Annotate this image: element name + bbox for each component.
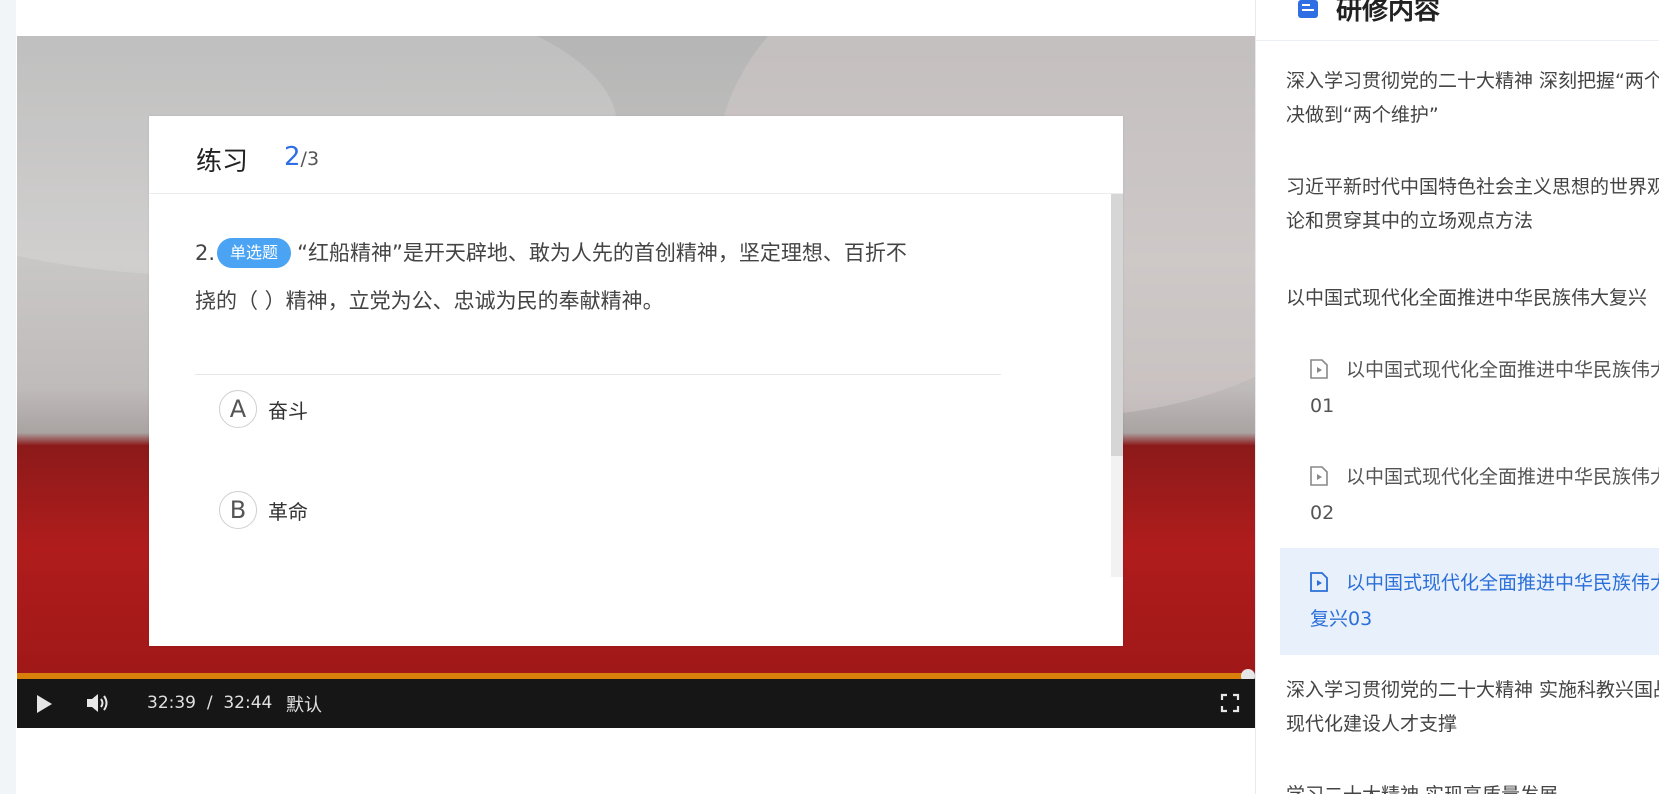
time-current: 32:39 (147, 693, 196, 713)
option-a[interactable]: A 奋斗 (219, 388, 308, 430)
video-player[interactable]: 练习 2/3 2. 单选题 “红船精神”是开天辟地、敢为人先的首创精神，坚定理想、百… (17, 36, 1255, 728)
course-content-panel: 研修内容 深入学习贯彻党的二十大精神 深刻把握“两个确立”的决定性意义 坚 决做… (1256, 0, 1659, 794)
quiz-title: 练习 (196, 147, 249, 177)
time-separator: / (206, 693, 213, 713)
question-line-2: 挠的（ ）精神，立党为公、忠诚为民的奉献精神。 (195, 289, 664, 313)
option-letter[interactable]: B (219, 491, 257, 529)
content-item[interactable]: 深入学习贯彻党的二十大精神 实施科教兴国战略 为全面建设社会主义 现代化建设人才… (1286, 673, 1659, 741)
question-divider (195, 374, 1001, 375)
content-item[interactable]: 以中国式现代化全面推进中华民族伟大复兴 (1286, 281, 1659, 315)
video-file-icon (1310, 572, 1328, 592)
time-total: 32:44 (223, 693, 273, 713)
left-margin (0, 0, 16, 794)
option-text[interactable]: 革命 (268, 496, 308, 525)
quiz-scrollbar[interactable] (1111, 194, 1123, 577)
scrollbar-thumb[interactable] (1111, 194, 1123, 456)
content-item[interactable]: 学习二十大精神 实现高质量发展 (1286, 778, 1659, 794)
panel-title: 研修内容 (1336, 0, 1441, 26)
content-item[interactable]: 习近平新时代中国特色社会主义思想的世界观和方法论和贯穿其中的立场观点方法 论和贯… (1286, 170, 1659, 238)
volume-icon[interactable] (85, 691, 111, 715)
lesson-item-active[interactable]: 以中国式现代化全面推进中华民族伟大 复兴03 (1280, 548, 1659, 655)
quiz-current: 2 (284, 142, 301, 172)
question-type-badge: 单选题 (217, 238, 292, 268)
quiz-counter: 2/3 (284, 142, 319, 172)
option-text[interactable]: 奋斗 (268, 395, 308, 424)
option-b[interactable]: B 革命 (219, 489, 308, 531)
quiz-total: /3 (300, 148, 320, 170)
lesson-item[interactable]: 以中国式现代化全面推进中华民族伟大复兴 02 (1280, 459, 1659, 531)
play-icon[interactable] (34, 693, 54, 715)
option-letter[interactable]: A (219, 390, 257, 428)
video-file-icon (1310, 359, 1328, 379)
below-player-area (16, 728, 1250, 794)
quiz-dialog: 练习 2/3 2. 单选题 “红船精神”是开天辟地、敢为人先的首创精神，坚定理想、百… (149, 116, 1123, 646)
content-item[interactable]: 深入学习贯彻党的二十大精神 深刻把握“两个确立”的决定性意义 坚 决做到“两个维… (1286, 64, 1659, 132)
document-icon (1298, 0, 1318, 18)
player-controls: 32:39 / 32:44 默认 (17, 679, 1255, 728)
question-number: 2. (195, 241, 216, 265)
time-display: 32:39 / 32:44 (147, 693, 272, 713)
panel-header: 研修内容 (1256, 0, 1659, 41)
quiz-header: 练习 2/3 (149, 116, 1123, 194)
question-text: 2. 单选题 “红船精神”是开天辟地、敢为人先的首创精神，坚定理想、百折不 挠的（ … (195, 229, 1005, 325)
quality-selector[interactable]: 默认 (286, 691, 322, 717)
lesson-item[interactable]: 以中国式现代化全面推进中华民族伟大复兴 01 (1280, 352, 1659, 424)
question-line-1: “红船精神”是开天辟地、敢为人先的首创精神，坚定理想、百折不 (297, 241, 907, 265)
fullscreen-icon[interactable] (1220, 693, 1240, 713)
video-file-icon (1310, 466, 1328, 486)
